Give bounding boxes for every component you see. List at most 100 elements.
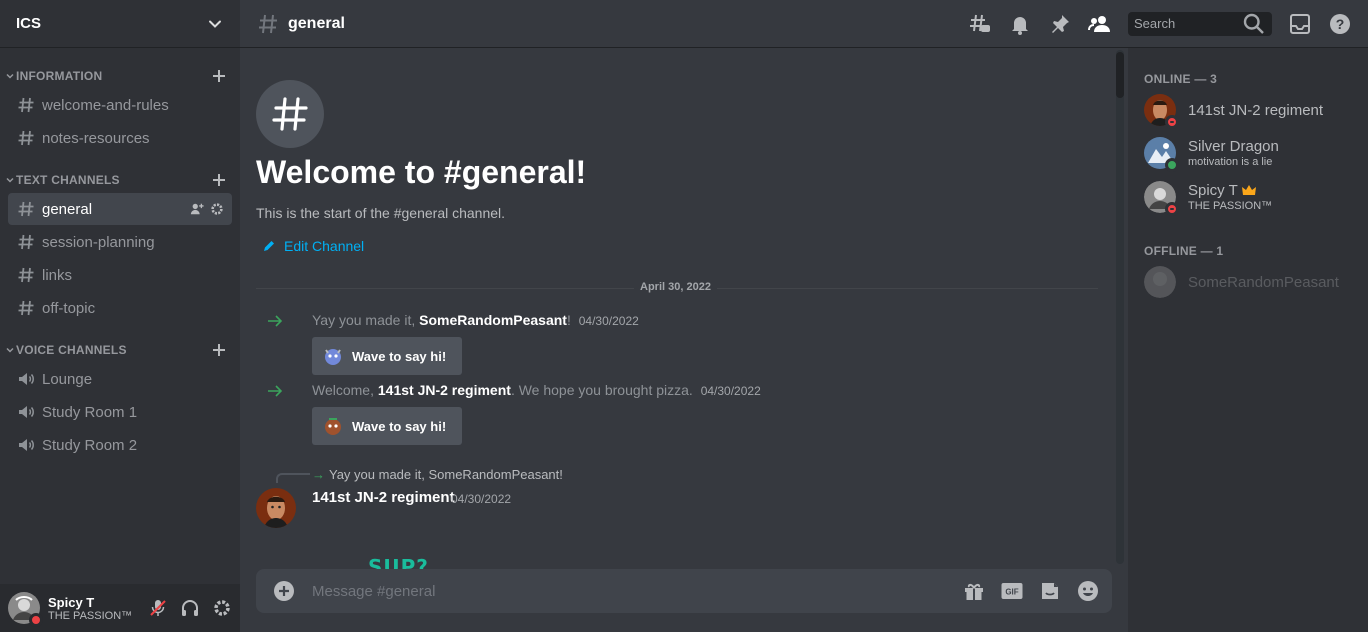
- message-timestamp: 04/30/2022: [578, 314, 639, 328]
- reply-referenced-text: Yay you made it, SomeRandomPeasant!: [329, 467, 563, 482]
- pencil-icon: [264, 241, 274, 251]
- member-status-text: motivation is a lie: [1188, 156, 1273, 168]
- wave-button-label: Wave to say hi!: [352, 348, 447, 364]
- channel-actions: [190, 202, 224, 216]
- server-header[interactable]: ICS: [0, 0, 240, 48]
- wumpus-wave-sticker-icon: [325, 418, 341, 435]
- arrow-right-icon: →: [312, 467, 325, 482]
- bell-icon[interactable]: [1008, 12, 1032, 36]
- channel-notes-resources[interactable]: notes-resources: [8, 122, 232, 154]
- pin-icon[interactable]: [1048, 12, 1072, 36]
- message-author[interactable]: 141st JN-2 regiment: [312, 489, 455, 506]
- member-item[interactable]: Spicy T THE PASSION™: [1136, 176, 1360, 218]
- add-attachment-icon[interactable]: [272, 579, 296, 603]
- category-text-channels[interactable]: TEXT CHANNELS: [0, 168, 240, 192]
- channel-name: Lounge: [42, 370, 93, 388]
- channel-sidebar: ICS INFORMATION welcome-and-rules notes-…: [0, 0, 240, 632]
- chevron-down-icon: [209, 20, 221, 28]
- channel-list: INFORMATION welcome-and-rules notes-reso…: [0, 58, 240, 462]
- channel-off-topic[interactable]: off-topic: [8, 292, 232, 324]
- member-avatar-image: [1144, 266, 1176, 298]
- hash-icon: [18, 130, 34, 146]
- inbox-icon[interactable]: [1288, 12, 1312, 36]
- channel-general[interactable]: general: [8, 193, 232, 225]
- speaker-icon: [19, 439, 34, 451]
- avatar[interactable]: [8, 592, 43, 627]
- voice-channel-study-room-2[interactable]: Study Room 2: [8, 429, 232, 461]
- plus-icon[interactable]: [210, 171, 228, 189]
- channel-title: general: [288, 14, 345, 32]
- gear-icon[interactable]: [212, 598, 232, 618]
- arrow-right-icon: [268, 315, 283, 327]
- author-avatar-image: [256, 488, 296, 528]
- search-box[interactable]: [1128, 11, 1272, 36]
- member-item[interactable]: Silver Dragon motivation is a lie: [1136, 132, 1360, 174]
- speaker-icon: [19, 373, 34, 385]
- member-status-text: THE PASSION™: [1188, 200, 1273, 212]
- message-timestamp: 04/30/2022: [700, 384, 761, 398]
- user-status: THE PASSION™: [48, 609, 133, 622]
- member-info: SomeRandomPeasant: [1188, 274, 1339, 291]
- member-info: Silver Dragon motivation is a lie: [1188, 138, 1279, 168]
- category-label: TEXT CHANNELS: [16, 173, 120, 187]
- chevron-down-icon: [6, 177, 14, 183]
- channel-name: Study Room 1: [42, 403, 138, 421]
- chat-scrollbar[interactable]: [1114, 50, 1124, 564]
- mic-muted-icon[interactable]: [148, 598, 168, 618]
- member-item[interactable]: SomeRandomPeasant: [1136, 261, 1360, 303]
- category-voice-channels[interactable]: VOICE CHANNELS: [0, 338, 240, 362]
- channel-welcome-and-rules[interactable]: welcome-and-rules: [8, 89, 232, 121]
- search-input[interactable]: [1134, 16, 1242, 31]
- channel-session-planning[interactable]: session-planning: [8, 226, 232, 258]
- mentioned-user[interactable]: 141st JN-2 regiment: [378, 382, 511, 398]
- wave-button[interactable]: Wave to say hi!: [312, 407, 463, 445]
- channel-links[interactable]: links: [8, 259, 232, 291]
- edit-channel-link[interactable]: Edit Channel: [262, 238, 364, 254]
- voice-channel-study-room-1[interactable]: Study Room 1: [8, 396, 232, 428]
- member-info: 141st JN-2 regiment: [1188, 102, 1323, 119]
- plus-icon[interactable]: [210, 67, 228, 85]
- avatar[interactable]: [256, 488, 296, 528]
- gift-icon[interactable]: [962, 579, 986, 603]
- scrollbar-thumb[interactable]: [1116, 52, 1124, 98]
- user-name: Spicy T: [48, 594, 95, 610]
- plus-icon[interactable]: [210, 341, 228, 359]
- channel-name: links: [42, 266, 73, 284]
- wave-button-label: Wave to say hi!: [352, 418, 447, 434]
- member-name: SomeRandomPeasant: [1188, 273, 1339, 291]
- voice-channel-lounge[interactable]: Lounge: [8, 363, 232, 395]
- reply-connector: [276, 473, 310, 483]
- user-info[interactable]: Spicy T THE PASSION™: [48, 595, 148, 622]
- welcome-subtitle: This is the start of the #general channe…: [256, 205, 506, 221]
- discord-app: ICS INFORMATION welcome-and-rules notes-…: [0, 0, 1368, 632]
- threads-icon[interactable]: [968, 12, 992, 36]
- help-icon[interactable]: ?: [1328, 12, 1352, 36]
- hash-icon: [18, 267, 34, 283]
- welcome-title: Welcome to #general!: [256, 154, 587, 190]
- member-name: 141st JN-2 regiment: [1188, 101, 1324, 119]
- reply-reference[interactable]: → Yay you made it, SomeRandomPeasant!: [312, 467, 563, 482]
- arrow-right-icon: [268, 385, 283, 397]
- emoji-icon[interactable]: [1076, 579, 1100, 603]
- date-divider-label: April 30, 2022: [634, 281, 717, 293]
- chevron-down-icon: [6, 73, 14, 79]
- category-information[interactable]: INFORMATION: [0, 64, 240, 88]
- hash-icon: [18, 300, 34, 316]
- server-name: ICS: [16, 15, 42, 32]
- gif-icon[interactable]: GIF: [1000, 579, 1024, 603]
- headphones-icon[interactable]: [180, 598, 200, 618]
- mentioned-user[interactable]: SomeRandomPeasant: [419, 312, 567, 328]
- member-item[interactable]: 141st JN-2 regiment: [1136, 89, 1360, 131]
- channel-hash-avatar: [256, 80, 324, 148]
- gear-icon[interactable]: [210, 202, 224, 216]
- invite-icon[interactable]: [190, 202, 204, 216]
- member-list: ONLINE — 3 141st JN-2 regiment Silver Dr…: [1128, 48, 1368, 632]
- svg-text:?: ?: [1336, 16, 1345, 32]
- sticker-icon[interactable]: [1038, 579, 1062, 603]
- chevron-down-icon: [6, 347, 14, 353]
- message-prefix: Welcome,: [312, 382, 378, 398]
- wave-button[interactable]: Wave to say hi!: [312, 337, 463, 375]
- members-icon[interactable]: [1088, 12, 1112, 36]
- edit-channel-label: Edit Channel: [284, 238, 365, 254]
- message-input[interactable]: [312, 582, 962, 600]
